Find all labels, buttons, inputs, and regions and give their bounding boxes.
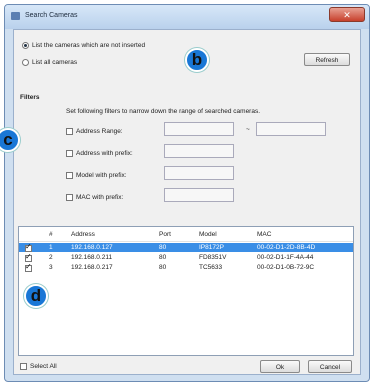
close-button[interactable]: ✕ [329,7,365,22]
address-range-label: Address Range: [76,128,123,135]
column-header-port[interactable]: Port [159,231,171,238]
filter-mac-prefix[interactable]: MAC with prefix: [66,194,123,201]
row-number: 1 [49,244,53,251]
row-model: FD8351V [199,254,227,261]
callout-b: b [185,48,209,72]
option-all-cameras-label: List all cameras [32,59,78,66]
row-port: 80 [159,264,167,271]
option-not-inserted-label: List the cameras which are not inserted [32,42,146,49]
column-header-model[interactable]: Model [199,231,217,238]
model-prefix-checkbox[interactable] [66,172,73,179]
refresh-button[interactable]: Refresh [304,53,350,66]
option-not-inserted[interactable]: List the cameras which are not inserted [22,42,145,49]
address-range-to-field[interactable] [256,122,326,136]
option-all-cameras[interactable]: List all cameras [22,59,77,66]
callout-d: d [24,284,48,308]
row-mac: 00-02-D1-1F-4A-44 [257,254,314,261]
address-range-from-field[interactable] [164,122,234,136]
filter-address-prefix[interactable]: Address with prefix: [66,150,133,157]
filters-hint: Set following filters to narrow down the… [66,108,261,115]
mac-prefix-field[interactable] [164,188,234,202]
ok-button[interactable]: Ok [260,360,300,373]
row-port: 80 [159,244,167,251]
select-all-option[interactable]: Select All [20,363,57,370]
row-checkbox[interactable] [25,242,32,252]
row-mac: 00-02-D1-0B-72-9C [257,264,315,271]
dialog-body: List the cameras which are not inserted … [13,29,361,375]
address-range-checkbox[interactable] [66,128,73,135]
model-prefix-label: Model with prefix: [76,172,127,179]
row-number: 2 [49,254,53,261]
radio-all-cameras[interactable] [22,59,29,66]
column-header-number[interactable]: # [49,231,53,238]
row-mac: 00-02-D1-2D-8B-4D [257,244,316,251]
filter-model-prefix[interactable]: Model with prefix: [66,172,127,179]
row-checkbox[interactable] [25,262,32,272]
mac-prefix-label: MAC with prefix: [76,194,124,201]
filter-address-range[interactable]: Address Range: [66,128,123,135]
column-header-address[interactable]: Address [71,231,95,238]
list-header: # Address Port Model MAC [19,227,353,242]
radio-not-inserted[interactable] [22,42,29,49]
select-all-checkbox[interactable] [20,363,27,370]
cancel-button[interactable]: Cancel [308,360,352,373]
address-prefix-label: Address with prefix: [76,150,133,157]
camera-list[interactable]: # Address Port Model MAC 1 192.168.0.127… [18,226,354,356]
table-row[interactable]: 2 192.168.0.211 80 FD8351V 00-02-D1-1F-4… [19,252,353,262]
table-row[interactable]: 3 192.168.0.217 80 TC5633 00-02-D1-0B-72… [19,262,353,272]
window-title: Search Cameras [25,12,78,19]
row-model: IP8172P [199,244,224,251]
filters-title: Filters [20,94,40,101]
row-number: 3 [49,264,53,271]
app-icon [11,12,20,20]
mac-prefix-checkbox[interactable] [66,194,73,201]
model-prefix-field[interactable] [164,166,234,180]
row-address: 192.168.0.211 [71,254,113,261]
address-prefix-checkbox[interactable] [66,150,73,157]
title-bar: Search Cameras ✕ [5,5,369,29]
select-all-label: Select All [30,363,57,370]
column-header-mac[interactable]: MAC [257,231,271,238]
row-checkbox[interactable] [25,252,32,262]
table-row[interactable]: 1 192.168.0.127 80 IP8172P 00-02-D1-2D-8… [19,242,353,252]
row-address: 192.168.0.217 [71,264,113,271]
row-address: 192.168.0.127 [71,244,113,251]
row-model: TC5633 [199,264,223,271]
address-prefix-field[interactable] [164,144,234,158]
range-separator: ~ [246,126,250,133]
row-port: 80 [159,254,167,261]
